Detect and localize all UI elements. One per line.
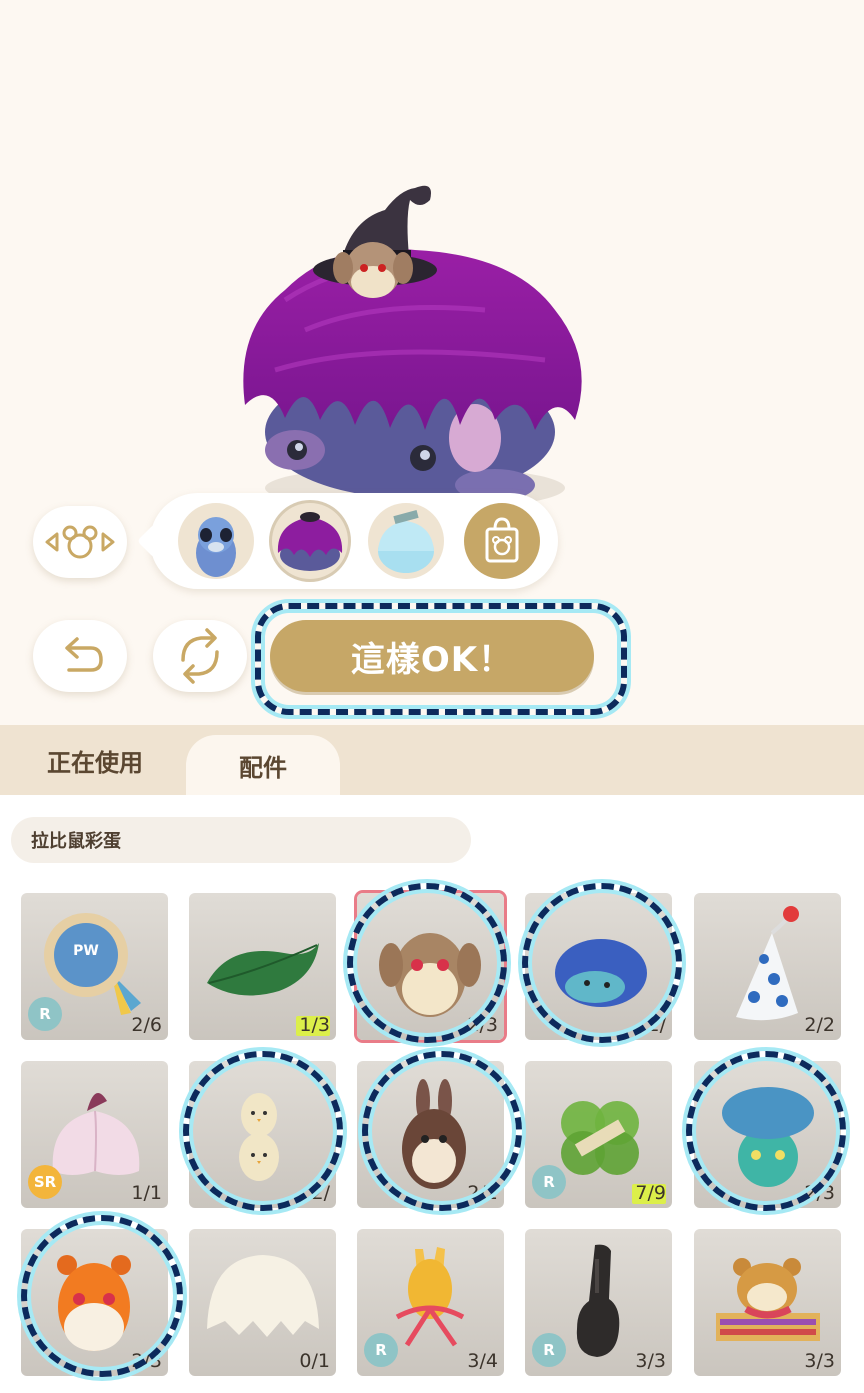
rarity-badge: SR [28, 1165, 62, 1199]
item-count: 2/ [311, 1182, 331, 1204]
rarity-badge: R [532, 1165, 566, 1199]
item-eggshell[interactable]: 0/1 [189, 1229, 336, 1376]
rarity-badge: R [28, 997, 62, 1031]
item-badge[interactable]: PW R 2/6 [21, 893, 168, 1040]
item-count: 3/4 [467, 1350, 498, 1372]
rarity-badge: R [532, 1333, 566, 1367]
item-mushroom[interactable]: 2/3 [694, 1061, 841, 1208]
rarity-badge: R [364, 1333, 398, 1367]
item-hamster-egg[interactable]: 2/3 [21, 1229, 168, 1376]
item-count: 2/2 [804, 1014, 835, 1036]
item-chick-stack[interactable]: 2/ [189, 1061, 336, 1208]
item-monkey-egg[interactable]: 2/3 [357, 893, 504, 1040]
character-selector [150, 493, 558, 589]
item-count: 3/3 [635, 1350, 666, 1372]
accessory-panel: 拉比鼠彩蛋 PW R 2/6 1/3 2/3 2/ 2/2 SR 1/1 2/ … [0, 795, 864, 1393]
character-purple-fluff[interactable] [272, 503, 348, 579]
avatar-character[interactable] [225, 170, 605, 530]
shop-bag-icon [485, 517, 519, 563]
undo-icon [65, 637, 103, 672]
item-count: 0/1 [299, 1350, 330, 1372]
item-count: 2/3 [804, 1182, 835, 1204]
tab-accessories[interactable]: 配件 [186, 735, 340, 795]
item-count: 2/3 [467, 1014, 498, 1036]
item-count: 7/9 [635, 1182, 666, 1204]
svg-text:PW: PW [73, 943, 99, 959]
mouse-face-arrows-icon [45, 525, 115, 559]
character-switch-button[interactable] [33, 506, 127, 578]
item-guitar-case[interactable]: R 3/3 [525, 1229, 672, 1376]
undo-button[interactable] [33, 620, 127, 692]
item-flower[interactable]: SR 1/1 [21, 1061, 168, 1208]
tab-bar: 正在使用 配件 [0, 725, 864, 795]
item-hamster-scarf[interactable]: 3/3 [694, 1229, 841, 1376]
item-count: 2/ [647, 1014, 667, 1036]
item-party-hat[interactable]: 2/2 [694, 893, 841, 1040]
character-stitch[interactable] [178, 503, 254, 579]
reset-button[interactable] [153, 620, 247, 692]
item-bunny-egg[interactable]: 2/2 [357, 1061, 504, 1208]
item-count: 1/1 [131, 1182, 162, 1204]
confirm-button[interactable]: 這樣OK！ [270, 620, 594, 692]
tab-in-use[interactable]: 正在使用 [20, 725, 170, 795]
item-leaf[interactable]: 1/3 [189, 893, 336, 1040]
item-count: 3/3 [804, 1350, 835, 1372]
item-count: 1/3 [299, 1014, 330, 1036]
item-clover[interactable]: R 7/9 [525, 1061, 672, 1208]
item-blue-hedgehog[interactable]: 2/ [525, 893, 672, 1040]
shop-button[interactable] [464, 503, 540, 579]
item-count: 2/3 [131, 1350, 162, 1372]
item-count: 2/6 [131, 1014, 162, 1036]
refresh-icon [181, 628, 219, 684]
category-filter[interactable]: 拉比鼠彩蛋 [11, 817, 471, 863]
avatar-preview: 這樣OK！ [0, 0, 864, 725]
character-light-blue[interactable] [368, 503, 444, 579]
item-count: 2/2 [467, 1182, 498, 1204]
item-ribbon[interactable]: R 3/4 [357, 1229, 504, 1376]
